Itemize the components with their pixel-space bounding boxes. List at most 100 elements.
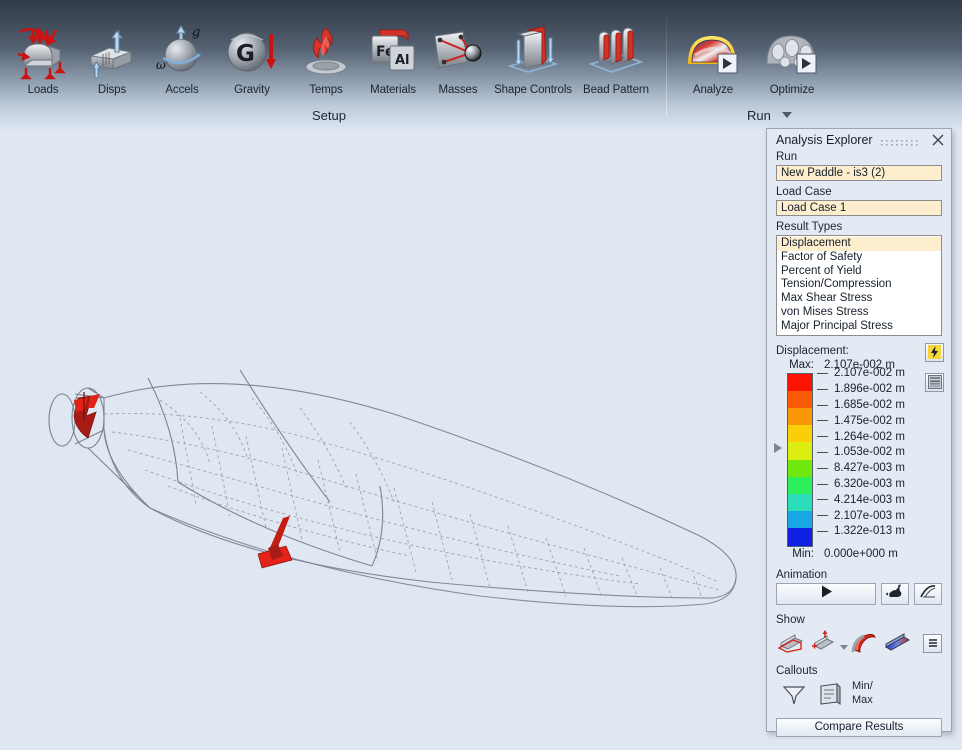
- legend-colorbar-area: 2.107e-002 m 1.896e-002 m 1.685e-002 m 1.47…: [767, 367, 951, 547]
- color-scale-bar[interactable]: [787, 372, 813, 547]
- ribbon-label-loads: Loads: [27, 84, 59, 96]
- load-case-label: Load Case: [776, 186, 832, 198]
- show-deformed-wireframe-icon[interactable]: [776, 628, 806, 656]
- chevron-down-icon[interactable]: [782, 112, 792, 118]
- legend-tick-value: 1.264e-002 m: [834, 430, 905, 443]
- callout-table-icon[interactable]: [812, 679, 848, 709]
- color-band: [788, 528, 812, 546]
- result-type-option[interactable]: Max Shear Stress: [777, 292, 941, 306]
- legend-min-label: Min:: [792, 547, 814, 560]
- svg-text:G: G: [236, 41, 255, 67]
- shape-controls-icon: [502, 22, 564, 80]
- constraint-arrow-icon: [73, 392, 100, 439]
- ribbon-group-label-run: Run: [747, 108, 771, 123]
- color-band: [788, 442, 812, 460]
- color-band: [788, 511, 812, 529]
- ribbon-label-disps: Disps: [97, 84, 127, 96]
- tick-dash-icon: [817, 483, 828, 485]
- callouts-label: Callouts: [776, 664, 818, 677]
- legend-tick: 6.320e-003 m: [817, 476, 947, 492]
- result-types-list[interactable]: Displacement Factor of Safety Percent of Y…: [776, 235, 942, 336]
- drag-grip-icon[interactable]: [880, 135, 926, 146]
- color-band: [788, 476, 812, 494]
- show-contour-icon[interactable]: [882, 628, 912, 656]
- result-type-option[interactable]: Factor of Safety: [777, 251, 941, 265]
- result-type-option[interactable]: Tension/Compression: [777, 278, 941, 292]
- animation-curve-icon: [919, 584, 937, 604]
- svg-text:g: g: [192, 25, 200, 40]
- hamburger-menu-icon[interactable]: [923, 633, 942, 653]
- result-types-label: Result Types: [776, 221, 843, 233]
- ribbon-button-bead-pattern[interactable]: Bead Pattern: [573, 22, 659, 96]
- temperatures-icon: [295, 22, 357, 80]
- gravity-icon: G: [221, 22, 283, 80]
- callout-bubble-icon[interactable]: [776, 679, 812, 709]
- tick-dash-icon: [817, 404, 828, 406]
- minmax-line1: Min/: [852, 680, 873, 693]
- tick-dash-icon: [817, 499, 828, 501]
- band-marker-icon[interactable]: [774, 442, 782, 453]
- show-deformed-shaded-icon[interactable]: [850, 628, 880, 656]
- color-band: [788, 494, 812, 512]
- color-band: [788, 459, 812, 477]
- ribbon-label-analyze: Analyze: [692, 84, 734, 96]
- ribbon-button-masses[interactable]: Masses: [415, 22, 501, 96]
- svg-text:ω: ω: [156, 58, 166, 72]
- legend-tick: 1.896e-002 m: [817, 381, 947, 397]
- legend-tick: 1.264e-002 m: [817, 429, 947, 445]
- tick-dash-icon: [817, 467, 828, 469]
- callouts-section: Callouts Min/ Max: [767, 665, 951, 709]
- result-type-option[interactable]: Major Principal Stress: [777, 320, 941, 334]
- legend-tick-value: 4.214e-003 m: [834, 493, 905, 506]
- bead-pattern-icon: [585, 22, 647, 80]
- displacements-icon: [81, 22, 143, 80]
- optimize-icon: [761, 22, 823, 80]
- chevron-down-icon[interactable]: [840, 645, 848, 651]
- legend-max-label: Max:: [789, 358, 814, 371]
- compare-results-button[interactable]: Compare Results: [776, 717, 942, 737]
- tick-dash-icon: [817, 436, 828, 438]
- result-type-option[interactable]: von Mises Stress: [777, 306, 941, 320]
- ribbon-label-masses: Masses: [438, 84, 478, 96]
- ribbon-button-optimize[interactable]: Optimize: [749, 22, 835, 96]
- ribbon-button-analyze[interactable]: Analyze: [670, 22, 756, 96]
- legend-tick-value: 1.053e-002 m: [834, 446, 905, 459]
- legend-tick-value: 1.322e-013 m: [834, 525, 905, 538]
- svg-text:Al: Al: [395, 53, 410, 68]
- result-type-option[interactable]: Displacement: [777, 237, 941, 251]
- ribbon-label-gravity: Gravity: [234, 84, 270, 96]
- load-case-field[interactable]: Load Case 1: [776, 200, 942, 216]
- legend-tick-value: 1.685e-002 m: [834, 399, 905, 412]
- tick-dash-icon: [817, 372, 828, 374]
- analysis-explorer-panel: Analysis Explorer Run New Paddle - is3 (…: [766, 128, 952, 737]
- tick-dash-icon: [817, 451, 828, 453]
- ribbon-label-shape-controls: Shape Controls: [494, 84, 572, 96]
- lightning-bolt-icon[interactable]: [925, 342, 944, 362]
- legend-tick: 1.685e-002 m: [817, 397, 947, 413]
- color-band: [788, 390, 812, 408]
- minmax-label: Min/ Max: [852, 681, 873, 706]
- play-animation-button[interactable]: [776, 582, 876, 605]
- ribbon-group-label-setup: Setup: [312, 108, 346, 123]
- legend-tick-value: 6.320e-003 m: [834, 478, 905, 491]
- legend-tick-value: 2.107e-002 m: [834, 367, 905, 380]
- animation-speed-button[interactable]: [881, 582, 909, 605]
- ribbon-button-shape-controls[interactable]: Shape Controls: [490, 22, 576, 96]
- masses-icon: [427, 22, 489, 80]
- color-band: [788, 373, 812, 391]
- minmax-line2: Max: [852, 694, 873, 707]
- run-label: Run: [776, 151, 798, 163]
- rabbit-speed-icon: [884, 584, 904, 604]
- ribbon-label-bead-pattern: Bead Pattern: [583, 84, 649, 96]
- panel-header[interactable]: Analysis Explorer: [767, 129, 951, 151]
- legend-tick-value: 2.107e-003 m: [834, 509, 905, 522]
- close-icon[interactable]: [931, 133, 945, 147]
- run-field[interactable]: New Paddle - is3 (2): [776, 165, 942, 181]
- show-label: Show: [776, 613, 805, 626]
- show-section: Show: [767, 614, 951, 656]
- show-undeformed-icon[interactable]: [808, 628, 838, 656]
- animation-curve-button[interactable]: [914, 582, 942, 605]
- result-type-option[interactable]: Percent of Yield: [777, 265, 941, 279]
- legend-min-row: Min: 0.000e+000 m: [776, 548, 951, 560]
- ribbon-label-temps: Temps: [309, 84, 343, 96]
